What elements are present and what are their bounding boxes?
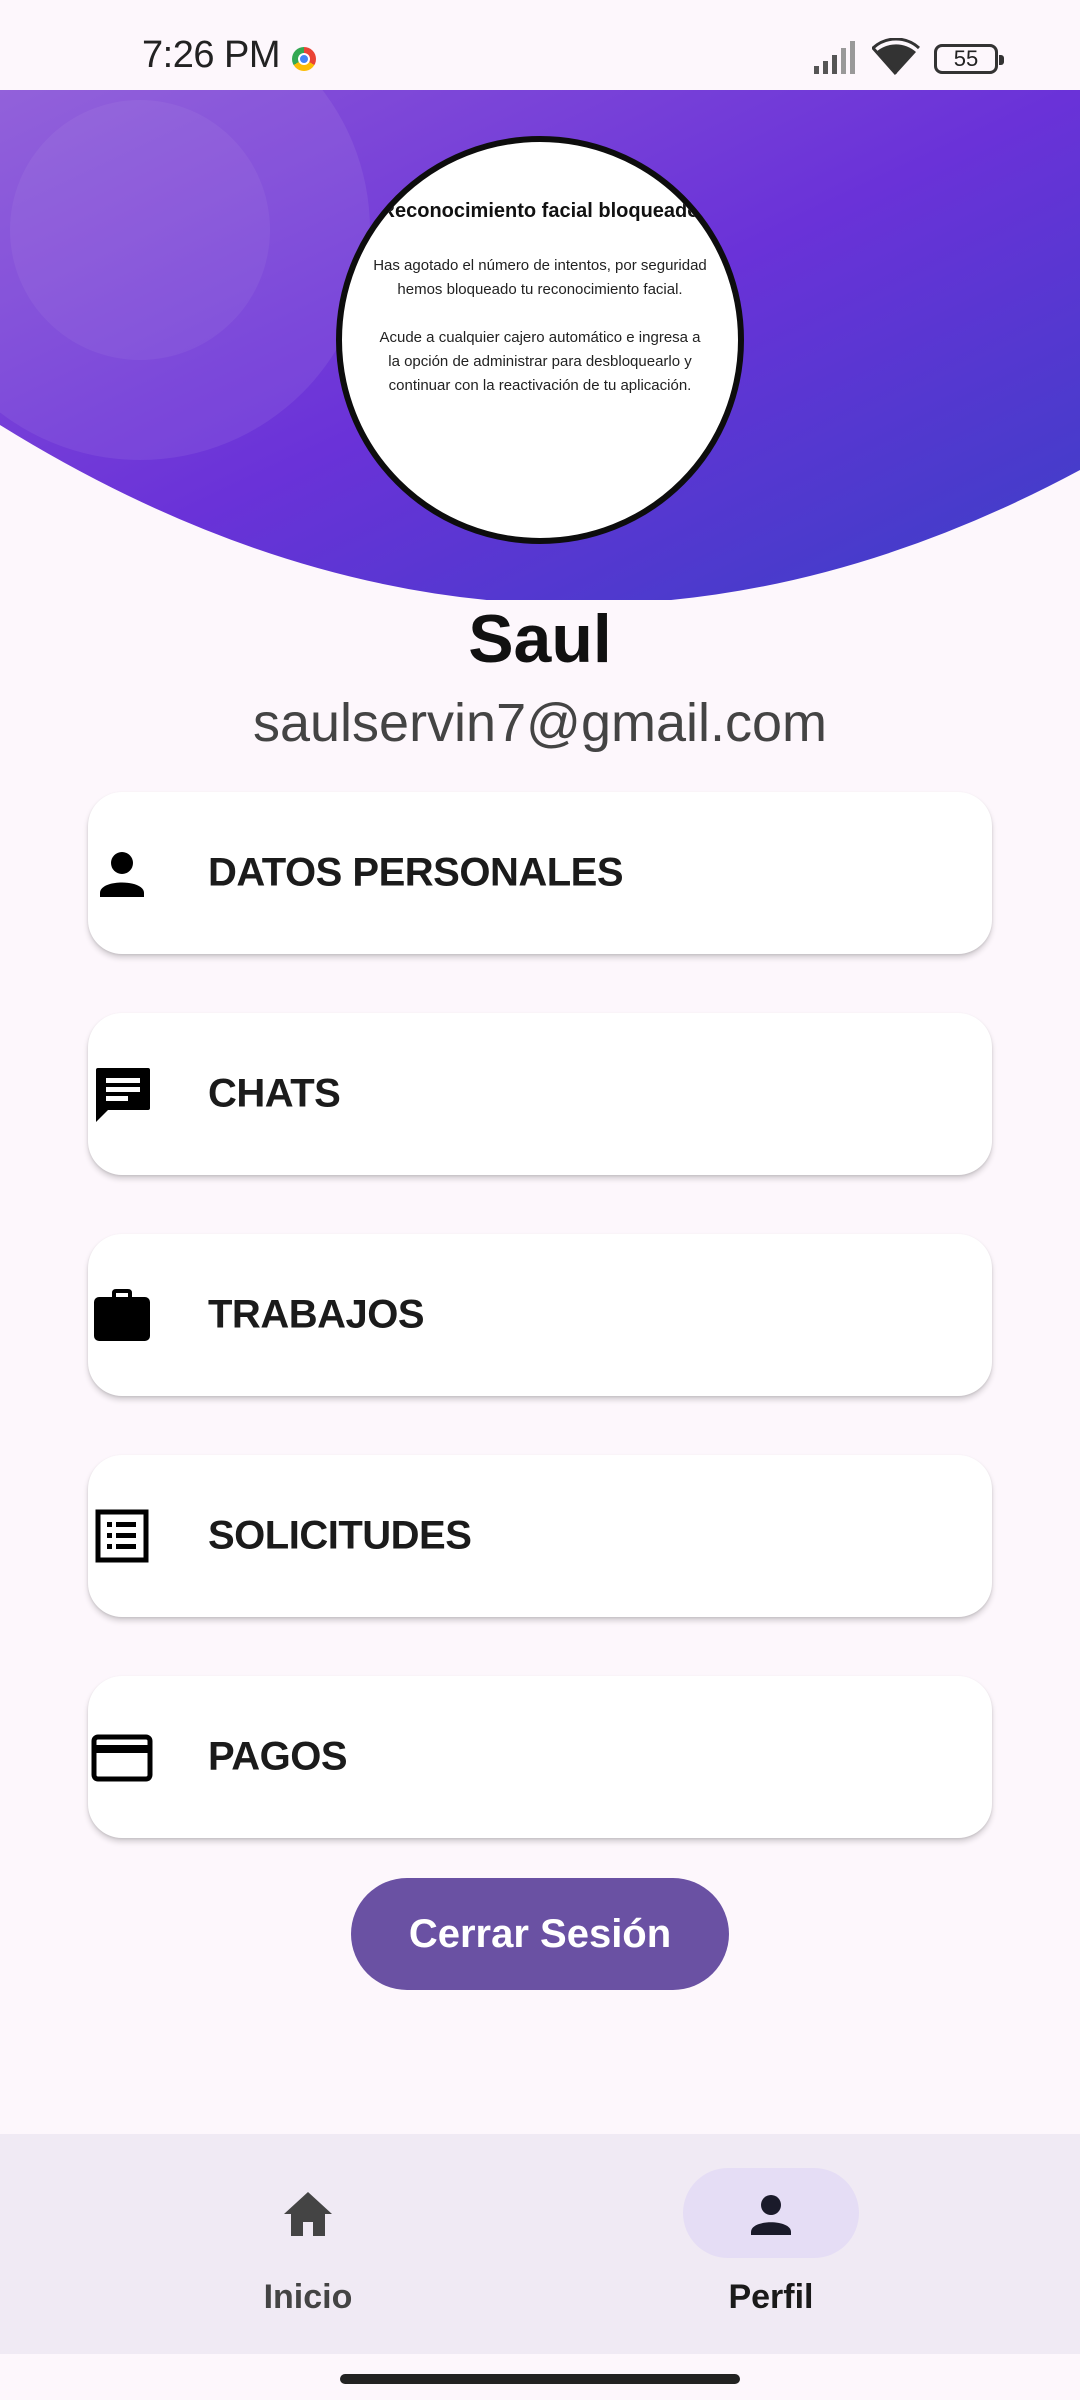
briefcase-icon — [94, 1289, 150, 1341]
menu-label: PAGOS — [208, 1734, 348, 1779]
home-icon — [284, 2192, 332, 2236]
list-icon — [95, 1509, 149, 1563]
menu-datos-personales[interactable]: DATOS PERSONALES — [88, 792, 992, 954]
menu-label: TRABAJOS — [208, 1292, 425, 1337]
logout-button[interactable]: Cerrar Sesión — [351, 1878, 729, 1990]
status-time: 7:26 PM — [142, 34, 281, 76]
nav-item-perfil[interactable]: Perfil — [621, 2134, 921, 2354]
menu-chats[interactable]: CHATS — [88, 1013, 992, 1175]
nav-label: Inicio — [263, 2278, 353, 2316]
nav-item-inicio[interactable]: Inicio — [158, 2134, 458, 2354]
battery-level: 55 — [953, 46, 979, 71]
person-icon — [751, 2195, 791, 2235]
notice-title: Reconocimiento facial bloqueado — [380, 200, 700, 222]
user-email: saulservin7@gmail.com — [252, 693, 827, 753]
bottom-nav: Inicio Perfil — [0, 2134, 1080, 2354]
battery-indicator: 55 — [934, 44, 1004, 74]
chat-icon — [96, 1068, 150, 1122]
notice-paragraph-2: Acude a cualquier cajero automático e in… — [379, 329, 701, 394]
person-icon — [100, 852, 144, 897]
menu-label: SOLICITUDES — [208, 1513, 472, 1558]
signal-icon — [814, 41, 855, 74]
user-name: Saul — [468, 601, 612, 677]
notice-paragraph-1: Has agotado el número de intentos, por s… — [373, 257, 707, 298]
menu-solicitudes[interactable]: SOLICITUDES — [88, 1455, 992, 1617]
chrome-notification-icon — [292, 47, 316, 71]
credit-card-icon — [91, 1734, 153, 1782]
wifi-icon — [872, 38, 920, 75]
status-bar: 7:26 PM 55 — [0, 0, 1080, 90]
home-indicator[interactable] — [340, 2374, 740, 2384]
menu-label: CHATS — [208, 1071, 341, 1116]
menu-trabajos[interactable]: TRABAJOS — [88, 1234, 992, 1396]
avatar: Reconocimiento facial bloqueado Has agot… — [336, 136, 744, 544]
menu-pagos[interactable]: PAGOS — [88, 1676, 992, 1838]
nav-label: Perfil — [728, 2278, 814, 2316]
menu-label: DATOS PERSONALES — [208, 850, 624, 895]
